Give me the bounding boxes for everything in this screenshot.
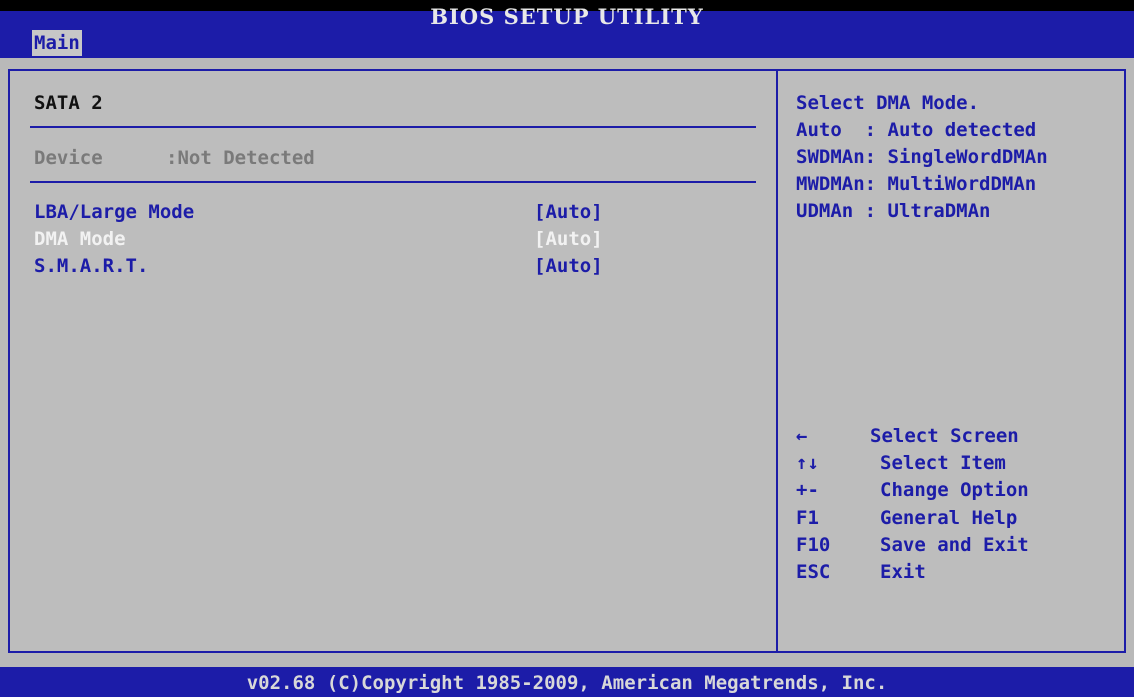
option-smart-value[interactable]: [Auto] [534, 254, 603, 278]
help-line: Auto : Auto detected [796, 119, 1037, 141]
panel-divider [776, 69, 778, 653]
key-desc: Save and Exit [880, 534, 1029, 556]
copyright-text: v02.68 (C)Copyright 1985-2009, American … [246, 672, 888, 694]
section-title: SATA 2 [34, 92, 103, 114]
window-title: BIOS SETUP UTILITY [430, 4, 704, 29]
device-label: Device [34, 147, 103, 169]
key-desc: Select Screen [870, 425, 1019, 447]
key-desc: Exit [880, 561, 926, 583]
help-line: Select DMA Mode. [796, 92, 980, 114]
key-plus-minus: +- [796, 479, 819, 501]
key-f10: F10 [796, 534, 831, 556]
option-dma-mode-value[interactable]: [Auto] [534, 227, 603, 251]
key-arrow-left-icon: ← [796, 425, 808, 447]
section-divider-top [30, 126, 756, 128]
option-lba-large-mode-label[interactable]: LBA/Large Mode [34, 200, 194, 224]
option-smart-label[interactable]: S.M.A.R.T. [34, 254, 148, 278]
section-divider-bottom [30, 181, 756, 183]
help-line: UDMAn : UltraDMAn [796, 200, 991, 222]
key-esc: ESC [796, 561, 831, 583]
key-f1: F1 [796, 507, 819, 529]
key-arrow-updown-icon: ↑↓ [796, 452, 819, 474]
option-lba-large-mode-value[interactable]: [Auto] [534, 200, 603, 224]
help-line: MWDMAn: MultiWordDMAn [796, 173, 1037, 195]
key-desc: Select Item [880, 452, 1006, 474]
key-desc: General Help [880, 507, 1018, 529]
help-line: SWDMAn: SingleWordDMAn [796, 146, 1048, 168]
option-dma-mode-label[interactable]: DMA Mode [34, 227, 126, 251]
device-value: :Not Detected [166, 147, 315, 169]
tab-main[interactable]: Main [32, 30, 82, 56]
key-desc: Change Option [880, 479, 1029, 501]
footer-bar: v02.68 (C)Copyright 1985-2009, American … [0, 667, 1134, 697]
